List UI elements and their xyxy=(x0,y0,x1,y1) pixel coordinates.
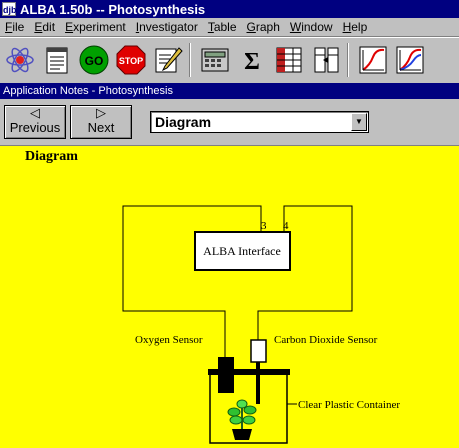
go-icon: GO xyxy=(79,45,109,74)
port-4-label: 4 xyxy=(283,220,289,232)
column-insert-icon xyxy=(314,47,339,72)
atom-button[interactable] xyxy=(3,43,37,77)
graph-button[interactable] xyxy=(356,43,390,77)
window-title: ALBA 1.50b -- Photosynthesis xyxy=(20,1,206,17)
notepad-icon xyxy=(46,47,68,73)
stop-button[interactable]: STOP xyxy=(114,43,148,77)
container-label: Clear Plastic Container xyxy=(298,399,400,411)
sigma-icon: Σ xyxy=(244,49,260,75)
menu-help[interactable]: Help xyxy=(338,20,373,34)
chevron-down-icon[interactable]: ▼ xyxy=(351,113,367,131)
notes-button[interactable] xyxy=(40,43,74,77)
menu-graph[interactable]: Graph xyxy=(242,20,285,34)
stop-icon: STOP xyxy=(116,45,146,74)
multi-graph-icon xyxy=(396,46,424,73)
svg-text:STOP: STOP xyxy=(119,56,143,66)
apparatus-diagram: ALBA Interface 3 4 Oxygen Sensor Carbon … xyxy=(122,205,400,444)
pencil-notepad-icon xyxy=(155,46,183,72)
menu-file[interactable]: File xyxy=(0,20,29,34)
app-icon: djb xyxy=(2,2,17,16)
menu-table[interactable]: Table xyxy=(203,20,242,34)
toolbar-separator xyxy=(347,42,349,77)
calculator-icon xyxy=(201,48,229,71)
panel-title: Application Notes - Photosynthesis xyxy=(0,83,459,99)
graph-icon xyxy=(359,46,387,73)
page-select[interactable]: Diagram ▼ xyxy=(150,111,369,133)
table-icon xyxy=(276,47,302,72)
interface-label: ALBA Interface xyxy=(203,244,281,258)
oxygen-sensor xyxy=(218,357,234,393)
wire-port-4 xyxy=(257,205,353,340)
oxygen-sensor-label: Oxygen Sensor xyxy=(135,334,203,346)
port-3-label: 3 xyxy=(261,220,267,232)
previous-label: Previous xyxy=(9,120,61,135)
edit-notes-button[interactable] xyxy=(151,43,185,77)
svg-text:GO: GO xyxy=(85,54,104,68)
menu-investigator[interactable]: Investigator xyxy=(131,20,203,34)
plant-icon xyxy=(227,399,257,440)
menu-edit[interactable]: Edit xyxy=(29,20,60,34)
co2-sensor xyxy=(250,339,267,363)
next-button[interactable]: ▷ Next xyxy=(70,105,132,139)
atom-icon xyxy=(6,47,34,72)
go-button[interactable]: GO xyxy=(77,43,111,77)
notes-content: Diagram ALBA Interface 3 4 Oxygen Sensor… xyxy=(0,145,459,448)
toolbar-separator xyxy=(189,42,191,77)
multi-graph-button[interactable] xyxy=(393,43,427,77)
title-bar: djb ALBA 1.50b -- Photosynthesis xyxy=(0,0,459,18)
page-select-value: Diagram xyxy=(155,114,212,130)
toolbar: GO STOP Σ xyxy=(0,37,459,81)
menu-experiment[interactable]: Experiment xyxy=(60,20,131,34)
calculator-button[interactable] xyxy=(198,43,232,77)
co2-sensor-label: Carbon Dioxide Sensor xyxy=(274,334,378,346)
menu-bar: File Edit Experiment Investigator Table … xyxy=(0,18,459,37)
column-button[interactable] xyxy=(309,43,343,77)
menu-window[interactable]: Window xyxy=(285,20,338,34)
table-button[interactable] xyxy=(272,43,306,77)
svg-text:Σ: Σ xyxy=(244,49,260,75)
sum-button[interactable]: Σ xyxy=(235,43,269,77)
nav-bar: ◁ Previous ▷ Next Diagram ▼ xyxy=(0,100,459,144)
left-arrow-icon: ◁ xyxy=(30,105,40,120)
right-arrow-icon: ▷ xyxy=(96,105,106,120)
previous-button[interactable]: ◁ Previous xyxy=(4,105,66,139)
next-label: Next xyxy=(87,120,115,135)
